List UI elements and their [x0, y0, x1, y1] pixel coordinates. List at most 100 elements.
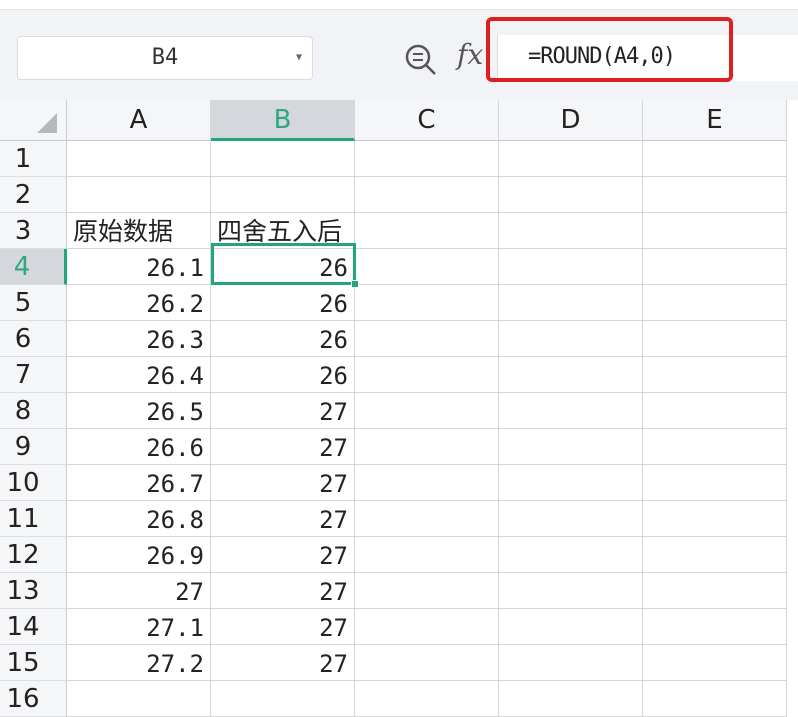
- cell-D6[interactable]: [499, 321, 643, 357]
- cell-C13[interactable]: [355, 573, 499, 609]
- cell-D16[interactable]: [499, 681, 643, 717]
- fill-handle[interactable]: [351, 280, 359, 288]
- cell-D10[interactable]: [499, 465, 643, 501]
- cell-D4[interactable]: [499, 249, 643, 285]
- cell-E12[interactable]: [643, 537, 787, 573]
- cell-C16[interactable]: [355, 681, 499, 717]
- cell-D9[interactable]: [499, 429, 643, 465]
- cell-A13[interactable]: 27: [67, 573, 211, 609]
- cell-A12[interactable]: 26.9: [67, 537, 211, 573]
- column-header-C[interactable]: C: [355, 100, 499, 141]
- cell-C6[interactable]: [355, 321, 499, 357]
- cell-A2[interactable]: [67, 177, 211, 213]
- column-header-A[interactable]: A: [67, 100, 211, 141]
- row-header-11[interactable]: 11: [0, 501, 67, 537]
- row-header-9[interactable]: 9: [0, 429, 67, 465]
- row-header-13[interactable]: 13: [0, 573, 67, 609]
- cell-E15[interactable]: [643, 645, 787, 681]
- cell-E8[interactable]: [643, 393, 787, 429]
- cell-C12[interactable]: [355, 537, 499, 573]
- cell-E16[interactable]: [643, 681, 787, 717]
- cell-D2[interactable]: [499, 177, 643, 213]
- cell-B6[interactable]: 26: [211, 321, 355, 357]
- cell-A16[interactable]: [67, 681, 211, 717]
- cell-E4[interactable]: [643, 249, 787, 285]
- cell-B5[interactable]: 26: [211, 285, 355, 321]
- cell-E2[interactable]: [643, 177, 787, 213]
- cell-A9[interactable]: 26.6: [67, 429, 211, 465]
- cell-E6[interactable]: [643, 321, 787, 357]
- column-header-B[interactable]: B: [211, 100, 355, 141]
- cell-B8[interactable]: 27: [211, 393, 355, 429]
- cell-A6[interactable]: 26.3: [67, 321, 211, 357]
- cell-C2[interactable]: [355, 177, 499, 213]
- cell-C7[interactable]: [355, 357, 499, 393]
- name-box[interactable]: B4 ▼: [17, 36, 313, 80]
- cell-C10[interactable]: [355, 465, 499, 501]
- cell-E5[interactable]: [643, 285, 787, 321]
- row-header-3[interactable]: 3: [0, 213, 67, 249]
- cell-C3[interactable]: [355, 213, 499, 249]
- row-header-1[interactable]: 1: [0, 141, 67, 177]
- cell-B15[interactable]: 27: [211, 645, 355, 681]
- cell-A10[interactable]: 26.7: [67, 465, 211, 501]
- cell-B1[interactable]: [211, 141, 355, 177]
- cell-C15[interactable]: [355, 645, 499, 681]
- cell-D14[interactable]: [499, 609, 643, 645]
- column-header-E[interactable]: E: [643, 100, 787, 141]
- cell-A14[interactable]: 27.1: [67, 609, 211, 645]
- row-header-6[interactable]: 6: [0, 321, 67, 357]
- fx-icon[interactable]: fx: [457, 38, 483, 71]
- cell-D7[interactable]: [499, 357, 643, 393]
- cell-C5[interactable]: [355, 285, 499, 321]
- cell-A11[interactable]: 26.8: [67, 501, 211, 537]
- cell-B2[interactable]: [211, 177, 355, 213]
- cell-A1[interactable]: [67, 141, 211, 177]
- cell-E13[interactable]: [643, 573, 787, 609]
- cell-A8[interactable]: 26.5: [67, 393, 211, 429]
- cell-D12[interactable]: [499, 537, 643, 573]
- cell-E11[interactable]: [643, 501, 787, 537]
- cell-E9[interactable]: [643, 429, 787, 465]
- cell-B12[interactable]: 27: [211, 537, 355, 573]
- cell-C8[interactable]: [355, 393, 499, 429]
- cell-B7[interactable]: 26: [211, 357, 355, 393]
- column-header-D[interactable]: D: [499, 100, 643, 141]
- cell-C14[interactable]: [355, 609, 499, 645]
- cell-C11[interactable]: [355, 501, 499, 537]
- cell-B14[interactable]: 27: [211, 609, 355, 645]
- cell-A4[interactable]: 26.1: [67, 249, 211, 285]
- cell-D3[interactable]: [499, 213, 643, 249]
- cell-D8[interactable]: [499, 393, 643, 429]
- cell-A5[interactable]: 26.2: [67, 285, 211, 321]
- cell-C4[interactable]: [355, 249, 499, 285]
- row-header-5[interactable]: 5: [0, 285, 67, 321]
- cell-D15[interactable]: [499, 645, 643, 681]
- select-all-corner[interactable]: [0, 100, 67, 141]
- cell-A3[interactable]: 原始数据: [67, 213, 211, 249]
- cell-E7[interactable]: [643, 357, 787, 393]
- cell-A15[interactable]: 27.2: [67, 645, 211, 681]
- row-header-4[interactable]: 4: [0, 249, 67, 285]
- cell-A7[interactable]: 26.4: [67, 357, 211, 393]
- row-header-10[interactable]: 10: [0, 465, 67, 501]
- cell-D5[interactable]: [499, 285, 643, 321]
- cell-E10[interactable]: [643, 465, 787, 501]
- row-header-15[interactable]: 15: [0, 645, 67, 681]
- cell-C1[interactable]: [355, 141, 499, 177]
- cell-D13[interactable]: [499, 573, 643, 609]
- cell-E1[interactable]: [643, 141, 787, 177]
- dropdown-arrow-icon[interactable]: ▼: [296, 37, 302, 79]
- cell-C9[interactable]: [355, 429, 499, 465]
- row-header-8[interactable]: 8: [0, 393, 67, 429]
- cell-E3[interactable]: [643, 213, 787, 249]
- cell-E14[interactable]: [643, 609, 787, 645]
- cell-B10[interactable]: 27: [211, 465, 355, 501]
- cell-B13[interactable]: 27: [211, 573, 355, 609]
- cell-B11[interactable]: 27: [211, 501, 355, 537]
- row-header-2[interactable]: 2: [0, 177, 67, 213]
- row-header-12[interactable]: 12: [0, 537, 67, 573]
- row-header-16[interactable]: 16: [0, 681, 67, 717]
- cell-D11[interactable]: [499, 501, 643, 537]
- cell-D1[interactable]: [499, 141, 643, 177]
